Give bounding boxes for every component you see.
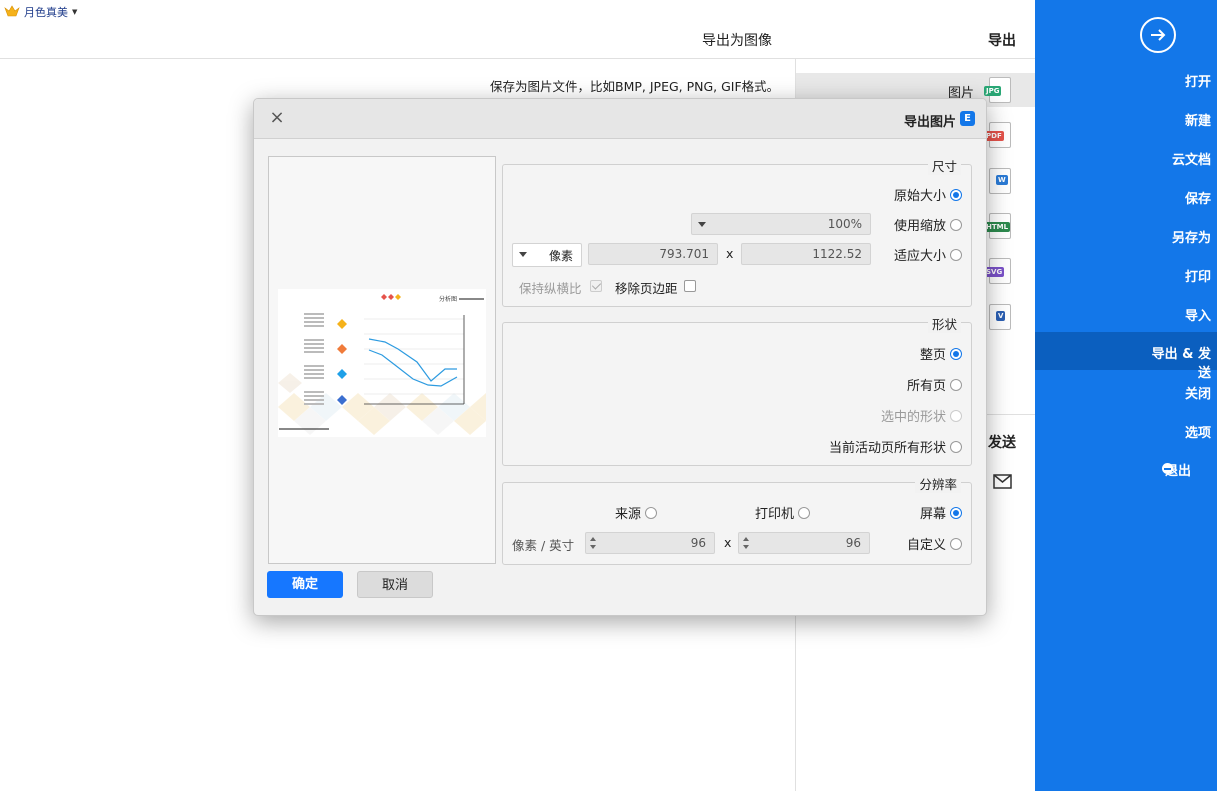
- email-icon[interactable]: [992, 472, 1014, 492]
- sidebar-item-print[interactable]: 打印: [1035, 255, 1217, 293]
- stepper-icon[interactable]: [590, 535, 598, 551]
- resolution-custom-radio[interactable]: 自定义: [907, 534, 962, 553]
- sidebar-item-new[interactable]: 新建: [1035, 99, 1217, 137]
- brand-name: 月色真美: [24, 6, 68, 19]
- sidebar-item-save[interactable]: 保存: [1035, 177, 1217, 215]
- user-brand[interactable]: 月色真美 ▼: [4, 3, 77, 21]
- chevron-down-icon: [698, 222, 706, 227]
- export-image-dialog: × 导出图片 E 分析图 尺寸 原始大小 使用缩放 100% 适应大小 1122…: [253, 98, 987, 616]
- sidebar-item-options[interactable]: 选项: [1035, 411, 1217, 449]
- size-original-radio[interactable]: 原始大小: [894, 185, 962, 204]
- export-description: 保存为图片文件，比如BMP, JPEG, PNG, GIF格式。: [490, 79, 780, 94]
- ok-button[interactable]: 确定: [267, 571, 343, 598]
- resolution-printer-radio[interactable]: 打印机: [755, 503, 811, 522]
- dpi-x-input[interactable]: 96: [738, 532, 870, 554]
- sidebar-item-open[interactable]: 打开: [1035, 60, 1217, 98]
- section-title: 导出: [988, 33, 1016, 49]
- preview-pane: 分析图: [268, 156, 496, 564]
- dpi-unit-label: 像素 / 英寸: [512, 538, 575, 553]
- sidebar-item-exit[interactable]: 退出: [1035, 449, 1217, 487]
- jpg-file-icon: JPG: [984, 77, 1011, 103]
- keep-ratio-label: 保持纵横比: [519, 281, 582, 296]
- shape-group-title: 形状: [927, 314, 961, 333]
- resolution-group-title: 分辨率: [915, 474, 961, 493]
- size-fit-radio[interactable]: 适应大小: [894, 245, 962, 264]
- shape-whole-page-radio[interactable]: 整页: [920, 344, 962, 363]
- sidebar-item-close[interactable]: 关闭: [1035, 372, 1217, 410]
- html-file-icon: HTML: [984, 213, 1011, 239]
- size-x-separator: x: [726, 246, 734, 261]
- dpi-x-separator: x: [724, 535, 732, 550]
- word-file-icon: W: [989, 168, 1011, 194]
- close-icon[interactable]: ×: [268, 109, 286, 127]
- shape-active-page-radio[interactable]: 当前活动页所有形状: [829, 437, 962, 456]
- visio-file-icon: V: [989, 304, 1011, 330]
- chevron-down-icon: [519, 252, 527, 257]
- preview-thumbnail: 分析图: [278, 289, 486, 437]
- shape-all-pages-radio[interactable]: 所有页: [907, 375, 962, 394]
- top-bar: 月色真美 ▼: [0, 0, 1035, 24]
- app-logo-icon: E: [960, 111, 975, 126]
- back-button[interactable]: [1140, 17, 1176, 53]
- arrow-right-icon: [1151, 29, 1166, 41]
- unit-select[interactable]: 像素: [512, 243, 582, 267]
- remove-margin-label: 移除页边距: [615, 281, 678, 296]
- size-group: 尺寸 原始大小 使用缩放 100% 适应大小 1122.52 x 793.701…: [502, 156, 972, 307]
- remove-margin-checkbox[interactable]: [684, 280, 696, 292]
- cancel-button[interactable]: 取消: [357, 571, 433, 598]
- header-divider: [0, 58, 1035, 59]
- stepper-icon[interactable]: [743, 535, 751, 551]
- height-input[interactable]: 793.701: [588, 243, 718, 265]
- panel-title: 导出为图像: [702, 33, 772, 49]
- crown-icon: [4, 5, 20, 17]
- sidebar-item-import[interactable]: 导入: [1035, 294, 1217, 332]
- resolution-group: 分辨率 屏幕 打印机 来源 自定义 96 x 96 像素 / 英寸: [502, 474, 972, 565]
- send-title: 发送: [988, 435, 1016, 451]
- resolution-source-radio[interactable]: 来源: [615, 503, 658, 522]
- zoom-select[interactable]: 100%: [691, 213, 871, 235]
- sidebar-item-save-as[interactable]: 另存为: [1035, 216, 1217, 254]
- chevron-down-icon: ▼: [72, 8, 78, 16]
- exit-icon: [1162, 463, 1173, 474]
- dialog-title: 导出图片: [904, 115, 957, 130]
- width-input[interactable]: 1122.52: [741, 243, 871, 265]
- svg-file-icon: SVG: [984, 258, 1011, 284]
- size-zoom-radio[interactable]: 使用缩放: [894, 215, 962, 234]
- sidebar-item-export-send[interactable]: 导出 & 发送: [1035, 332, 1217, 381]
- shape-selected-radio[interactable]: 选中的形状: [881, 406, 962, 425]
- sidebar-item-cloud-docs[interactable]: 云文档: [1035, 138, 1217, 176]
- dpi-y-input[interactable]: 96: [585, 532, 715, 554]
- resolution-screen-radio[interactable]: 屏幕: [920, 503, 962, 522]
- shape-group: 形状 整页 所有页 选中的形状 当前活动页所有形状: [502, 314, 972, 466]
- preview-chart-title: 分析图: [439, 295, 457, 303]
- dialog-header: × 导出图片 E: [254, 99, 986, 139]
- pdf-file-icon: PDF: [984, 122, 1011, 148]
- size-group-title: 尺寸: [927, 156, 961, 175]
- keep-ratio-checkbox[interactable]: [590, 280, 602, 292]
